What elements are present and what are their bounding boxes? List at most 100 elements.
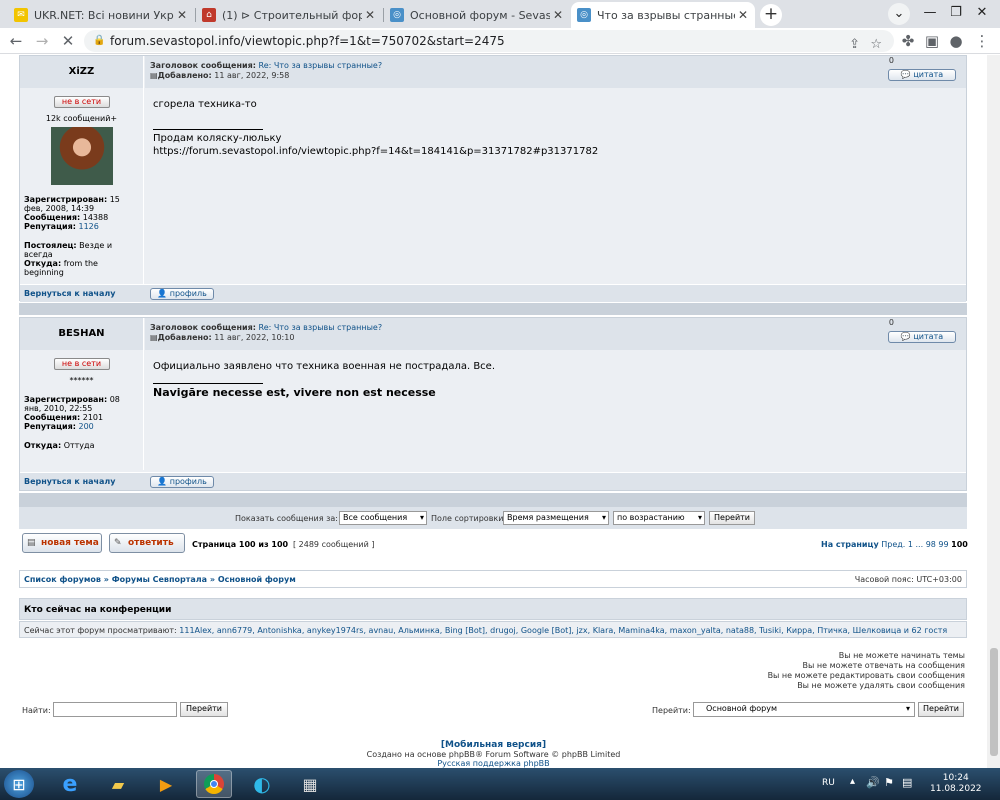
folder-icon[interactable]: ▰ (100, 770, 136, 798)
close-icon[interactable]: ✕ (174, 8, 190, 22)
web-page: XiZZ Заголовок сообщения: Re: Что за взр… (0, 55, 1000, 768)
signature-link[interactable]: https://forum.sevastopol.info/viewtopic.… (153, 145, 958, 158)
perm-line: Вы не можете удалять свои сообщения (797, 681, 965, 690)
chevron-up-icon[interactable]: ▴ (850, 776, 855, 787)
clock[interactable]: 10:24 11.08.2022 (930, 773, 982, 795)
reply-icon: ✎ (114, 538, 122, 548)
sort-select[interactable]: Время размещения ▾ (503, 511, 609, 525)
breadcrumb-sevportal[interactable]: Форумы Севпортала (112, 575, 207, 584)
jump-label: Перейти: (652, 706, 691, 715)
order-select[interactable]: по возрастанию ▾ (613, 511, 705, 525)
sidebar-icon[interactable]: ▣ (922, 31, 942, 51)
mobile-version-link[interactable]: Мобильная версия (445, 740, 542, 750)
tab-search-icon[interactable]: ⌄ (888, 3, 910, 25)
search-go-button[interactable]: Перейти (180, 702, 228, 717)
status-badge: не в сети (53, 358, 110, 370)
post-header: Заголовок сообщения: Re: Что за взрывы с… (145, 318, 966, 350)
jump-go-button[interactable]: Перейти (918, 702, 964, 717)
sevastopol-favicon-icon: ◎ (577, 8, 591, 22)
post-author[interactable]: XiZZ (20, 56, 144, 88)
online-header: Кто сейчас на конференции (19, 598, 967, 620)
tab-main-forum[interactable]: ◎ Основной форум - Sevastopol.in ✕ (384, 2, 570, 28)
scrollbar-thumb[interactable] (990, 648, 998, 756)
profile-icon[interactable]: ● (946, 31, 966, 51)
window-close-icon[interactable]: ✕ (970, 2, 994, 24)
subject-link[interactable]: Re: Что за взрывы странные? (259, 323, 383, 332)
msgs-label: Сообщения: (24, 413, 81, 422)
scrollbar[interactable] (987, 55, 1000, 768)
back-to-top-link[interactable]: Вернуться к началу (24, 289, 115, 298)
tab-ukrnet[interactable]: ✉ UKR.NET: Всі новини України, о ✕ (8, 2, 194, 28)
edge-icon[interactable]: ◐ (244, 770, 280, 798)
post-body: сгорела техника-то Продам коляску-люльку… (145, 92, 966, 164)
tab-build-forum[interactable]: ⌂ (1) ⊳ Строительный форум Укра ✕ (196, 2, 382, 28)
filter-go-button[interactable]: Перейти (709, 511, 755, 525)
profile-button[interactable]: 👤 профиль (150, 476, 214, 488)
stop-icon[interactable]: ✕ (58, 31, 78, 51)
jump-select[interactable]: Основной форум ▾ (693, 702, 915, 717)
share-icon[interactable]: ⇪ (849, 34, 860, 56)
breadcrumb-sep: » (209, 575, 216, 584)
forward-icon[interactable]: → (32, 31, 52, 51)
close-icon[interactable]: ✕ (735, 8, 751, 22)
breadcrumb-main[interactable]: Основной форум (218, 575, 296, 584)
close-icon[interactable]: ✕ (550, 8, 566, 22)
back-icon[interactable]: ← (6, 31, 26, 51)
extensions-icon[interactable]: ✤ (898, 31, 918, 51)
back-to-top-link[interactable]: Вернуться к началу (24, 477, 115, 486)
page-98-link[interactable]: 98 (926, 540, 936, 549)
avatar[interactable] (50, 127, 113, 185)
menu-kebab-icon[interactable]: ⋮ (972, 31, 992, 51)
network-icon[interactable]: ▤ (902, 776, 912, 789)
bookmark-star-icon[interactable]: ☆ (870, 34, 882, 56)
prev-link[interactable]: Пред. (881, 540, 905, 549)
search-input[interactable] (53, 702, 177, 717)
subject-link[interactable]: Re: Что за взрывы странные? (259, 61, 383, 70)
new-topic-button[interactable]: ▤ новая тема (22, 533, 102, 553)
subject-label: Заголовок сообщения: (150, 323, 256, 332)
post-text: Официально заявлено что техника военная … (153, 361, 496, 372)
chevron-down-icon: ▾ (601, 513, 606, 522)
taskbar: ⊞ e ▰ ▶ ◐ ▦ RU ▴ 🔊 ⚑ ▤ 10:24 11.08.2022 (0, 768, 1000, 800)
current-page: 100 (951, 540, 968, 549)
from-label: Откуда: (24, 441, 62, 450)
rep-value[interactable]: 1126 (78, 222, 98, 231)
restore-icon[interactable]: ❐ (944, 2, 968, 24)
chrome-icon[interactable] (196, 770, 232, 798)
timezone: Часовой пояс: UTC+03:00 (854, 575, 962, 584)
media-player-icon[interactable]: ▶ (148, 770, 184, 798)
quote-button[interactable]: 💬 цитата (888, 69, 956, 81)
tab-title: UKR.NET: Всі новини України, о (34, 8, 174, 22)
profile-button[interactable]: 👤 профиль (150, 288, 214, 300)
reply-button[interactable]: ✎ ответить (109, 533, 185, 553)
start-button-icon[interactable]: ⊞ (4, 770, 34, 798)
chevron-down-icon: ▾ (419, 513, 424, 522)
tab-title: Что за взрывы странные? - Стр (597, 8, 735, 22)
breadcrumb-forums[interactable]: Список форумов (24, 575, 101, 584)
post-header: Заголовок сообщения: Re: Что за взрывы с… (145, 56, 966, 88)
post-counter: 0 (888, 318, 894, 327)
rep-value[interactable]: 200 (78, 422, 93, 431)
flag-icon[interactable]: ⚑ (884, 776, 894, 789)
address-bar[interactable]: 🔒 forum.sevastopol.info/viewtopic.php?f=… (84, 30, 894, 52)
page-99-link[interactable]: 99 (938, 540, 948, 549)
signature-text: Продам коляску-люльку (153, 133, 282, 144)
new-topic-icon: ▤ (27, 538, 36, 548)
language-indicator[interactable]: RU (822, 778, 835, 788)
quote-button[interactable]: 💬 цитата (888, 331, 956, 343)
page-1-link[interactable]: 1 (908, 540, 913, 549)
signature-divider (153, 129, 263, 130)
minimize-icon[interactable]: — (918, 2, 942, 24)
signature-text: Navigāre necesse est, vivere non est nec… (153, 386, 436, 399)
new-tab-button[interactable]: + (760, 4, 782, 26)
calculator-icon[interactable]: ▦ (292, 770, 328, 798)
ie-icon[interactable]: e (52, 770, 88, 798)
close-icon[interactable]: ✕ (362, 8, 378, 22)
online-users[interactable]: 111Alex, ann6779, Antonishka, anykey1974… (179, 626, 947, 635)
post-author[interactable]: BESHAN (20, 318, 144, 350)
tab-current-topic[interactable]: ◎ Что за взрывы странные? - Стр ✕ (571, 2, 755, 28)
show-select[interactable]: Все сообщения ▾ (339, 511, 427, 525)
support-link[interactable]: Русская поддержка phpBB (0, 759, 987, 768)
quote-icon: 💬 (900, 332, 911, 341)
volume-icon[interactable]: 🔊 (866, 776, 880, 789)
